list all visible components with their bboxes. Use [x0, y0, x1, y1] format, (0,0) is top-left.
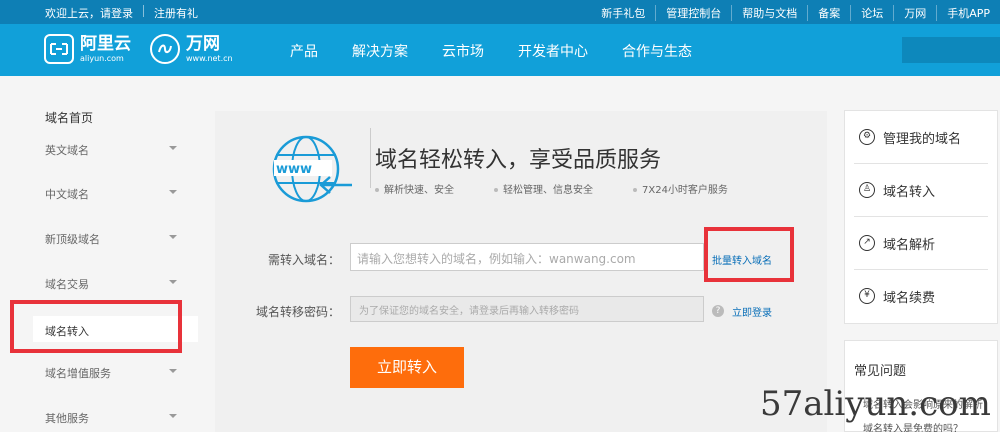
quick-link-renewal[interactable]: ¥ 域名续费: [854, 270, 988, 323]
highlight-box-sidebar: [10, 300, 182, 353]
quick-link-dns[interactable]: ↗ 域名解析: [854, 217, 988, 270]
nav-products[interactable]: 产品: [290, 41, 318, 61]
chevron-down-icon: [169, 190, 177, 194]
top-utility-bar: 欢迎上云，请登录 注册有礼 新手礼包 管理控制台 帮助与文档 备案 论坛 万网 …: [0, 0, 1000, 24]
globe-transfer-icon: www: [268, 131, 354, 210]
quick-links-panel: ⚙ 管理我的域名 ♙ 域名转入 ↗ 域名解析 ¥ 域名续费: [844, 110, 998, 324]
transfer-password-input[interactable]: 为了保证您的域名安全，请登录后再输入转移密码: [350, 296, 704, 322]
nav-partners[interactable]: 合作与生态: [622, 41, 692, 61]
sidebar-item-label: 中文域名: [45, 188, 89, 201]
aliyun-logo-domain: aliyun.com: [80, 53, 124, 63]
yen-icon: ¥: [859, 288, 875, 304]
highlight-box-batch-link: [704, 227, 794, 282]
quick-link-label: 管理我的域名: [883, 132, 962, 147]
quick-link-domain-transfer[interactable]: ♙ 域名转入: [854, 164, 988, 217]
top-link-help-docs[interactable]: 帮助与文档: [731, 5, 807, 21]
bullet-dot-icon: [494, 188, 498, 192]
login-link[interactable]: 欢迎上云，请登录: [45, 5, 133, 21]
transfer-password-label: 域名转移密码：: [255, 305, 340, 319]
nav-developer-center[interactable]: 开发者中心: [518, 41, 588, 61]
sidebar-item-domain-trading[interactable]: 域名交易: [45, 276, 177, 292]
top-link-newbie-gift[interactable]: 新手礼包: [591, 5, 655, 21]
chart-icon: ↗: [859, 235, 875, 251]
user-icon: ♙: [859, 182, 875, 198]
bullet-dot-icon: [633, 188, 637, 192]
domain-field-label: 需转入域名：: [267, 253, 340, 267]
page-title: 域名轻松转入，享受品质服务: [375, 148, 662, 173]
help-icon[interactable]: ?: [712, 305, 724, 317]
divider: [370, 128, 371, 188]
nav-solutions[interactable]: 解决方案: [352, 41, 408, 61]
wanwang-logo-icon: [150, 34, 180, 64]
nav-marketplace[interactable]: 云市场: [442, 41, 484, 61]
divider: [143, 5, 144, 17]
wanwang-logo-name: 万网: [186, 33, 220, 54]
chevron-down-icon: [169, 235, 177, 239]
chevron-down-icon: [169, 369, 177, 373]
header-search-box[interactable]: [902, 37, 1000, 63]
transfer-submit-button[interactable]: 立即转入: [350, 347, 464, 388]
wanwang-logo[interactable]: 万网 www.net.cn: [150, 34, 233, 64]
sidebar-item-other-services[interactable]: 其他服务: [45, 410, 177, 426]
chevron-down-icon: [169, 280, 177, 284]
sidebar-item-value-added[interactable]: 域名增值服务: [45, 365, 177, 381]
top-link-console[interactable]: 管理控制台: [655, 5, 731, 21]
quick-link-manage-domains[interactable]: ⚙ 管理我的域名: [854, 111, 988, 164]
bullet-dot-icon: [375, 188, 379, 192]
feature-item: 7X24小时客户服务: [633, 181, 728, 196]
chevron-down-icon: [169, 146, 177, 150]
wanwang-logo-domain: www.net.cn: [186, 53, 233, 63]
sidebar-item-label: 域名增值服务: [45, 367, 111, 380]
top-link-wanwang[interactable]: 万网: [893, 5, 936, 21]
faq-title: 常见问题: [854, 364, 907, 379]
globe-www-text: www: [276, 162, 312, 177]
aliyun-logo-icon: [44, 34, 74, 64]
sidebar: 域名首页 英文域名 中文域名 新顶级域名 域名交易 域名转入 域名增值服务 其他…: [0, 76, 198, 432]
quick-link-label: 域名转入: [883, 185, 936, 200]
domain-input[interactable]: 请输入您想转入的域名，例如输入：wanwang.com: [350, 243, 704, 271]
feature-list: 解析快速、安全 轻松管理、信息安全 7X24小时客户服务: [375, 181, 728, 196]
sidebar-item-chinese-domain[interactable]: 中文域名: [45, 186, 177, 202]
quick-link-label: 域名解析: [883, 238, 936, 253]
aliyun-logo[interactable]: 阿里云 aliyun.com: [44, 34, 131, 64]
main-navbar: 阿里云 aliyun.com 万网 www.net.cn 产品 解决方案 云市场…: [0, 24, 1000, 76]
quick-link-label: 域名续费: [883, 291, 936, 306]
feature-item: 轻松管理、信息安全: [494, 181, 593, 196]
sidebar-item-label: 其他服务: [45, 412, 89, 425]
top-link-icp[interactable]: 备案: [807, 5, 850, 21]
sidebar-item-domain-home[interactable]: 域名首页: [45, 109, 93, 126]
top-link-forum[interactable]: 论坛: [850, 5, 893, 21]
aliyun-logo-name: 阿里云: [80, 33, 131, 54]
sidebar-item-english-domain[interactable]: 英文域名: [45, 142, 177, 158]
sidebar-item-label: 英文域名: [45, 144, 89, 157]
login-now-link[interactable]: 立即登录: [732, 304, 772, 319]
gear-icon: ⚙: [859, 129, 875, 145]
register-link[interactable]: 注册有礼: [154, 5, 198, 21]
top-link-mobile-app[interactable]: 手机APP: [936, 5, 1000, 21]
sidebar-item-label: 新顶级域名: [45, 233, 100, 246]
watermark: 57aliyun.com: [760, 384, 991, 424]
chevron-down-icon: [169, 414, 177, 418]
sidebar-item-label: 域名交易: [45, 278, 89, 291]
feature-item: 解析快速、安全: [375, 181, 454, 196]
sidebar-item-new-gtld[interactable]: 新顶级域名: [45, 231, 177, 247]
